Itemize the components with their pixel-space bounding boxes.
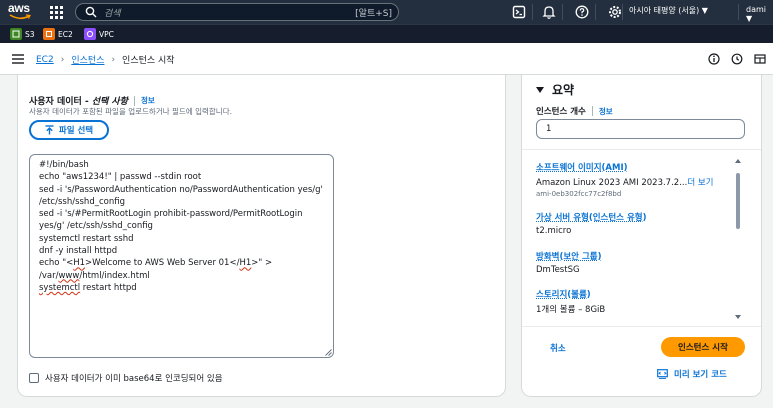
user-data-textarea[interactable]: #!/bin/bash echo "aws1234!" | passwd --s… [29, 154, 334, 358]
choose-file-button[interactable]: 파일 선택 [29, 120, 109, 140]
aws-logo-text: aws [8, 1, 30, 15]
base64-checkbox[interactable] [29, 373, 39, 383]
caret-down-icon [536, 86, 544, 93]
breadcrumb-instances[interactable]: 인스턴스 [71, 53, 104, 66]
base64-label: 사용자 데이터가 이미 base64로 인코딩되어 있음 [45, 374, 223, 384]
favorite-ec2[interactable]: EC2 [43, 28, 73, 40]
launch-instance-button[interactable]: 인스턴스 시작 [661, 337, 745, 357]
favorite-s3[interactable]: S3 [10, 28, 35, 40]
toolbar-divider [595, 4, 596, 20]
region-selector[interactable]: 아시아 태평양 (서울) ▼ [629, 5, 708, 16]
summary-scrollbar[interactable] [734, 159, 742, 319]
favorite-label: VPC [99, 29, 114, 39]
script-line: yes/g' /etc/ssh/sshd_config [39, 221, 153, 232]
breadcrumb: EC2 › 인스턴스 › 인스턴스 시작 [36, 53, 175, 67]
summary-divider [522, 326, 761, 327]
instance-count-input[interactable]: 1 [536, 119, 745, 139]
search-bar[interactable]: 검색 [알트+S] [75, 3, 399, 21]
menu-icon[interactable] [12, 54, 24, 64]
script-line: #!/bin/bash [39, 160, 89, 170]
script-line: sed -i 's/PasswordAuthentication no/Pass… [39, 184, 323, 195]
gear-icon[interactable] [607, 4, 623, 20]
search-shortcut: [알트+S] [355, 9, 392, 19]
favorite-label: EC2 [58, 29, 73, 39]
cancel-button[interactable]: 취소 [550, 342, 566, 354]
title-divider [133, 95, 135, 106]
summary-security-group-value: DmTestSG [536, 265, 580, 275]
search-placeholder: 검색 [104, 8, 121, 19]
summary-storage: 스토리지(볼륨) 1개의 볼륨 – 8GiB [536, 288, 736, 315]
summary-details: 소프트웨어 이미지(AMI) Amazon Linux 2023 AMI 202… [536, 157, 736, 322]
scroll-down-icon[interactable] [735, 315, 741, 319]
toolbar-divider [738, 4, 739, 20]
user-data-info-link[interactable]: 정보 [141, 95, 155, 106]
script-line: sed -i 's/#PermitRootLogin prohibit-pass… [39, 209, 303, 220]
preview-code-label: 미리 보기 코드 [674, 370, 727, 380]
instance-count-info-link[interactable]: 정보 [599, 106, 613, 117]
script-line: /etc/ssh/sshd_config [39, 196, 125, 207]
scroll-thumb[interactable] [736, 173, 740, 229]
favorites-bar: S3 EC2 VPC [0, 24, 773, 43]
instance-count-label: 인스턴스 개수 [536, 107, 586, 117]
summary-ami: 소프트웨어 이미지(AMI) Amazon Linux 2023 AMI 202… [536, 161, 736, 198]
summary-instance-type-key[interactable]: 가상 서버 유형(인스턴스 유형) [536, 211, 736, 223]
breadcrumb-current: 인스턴스 시작 [122, 56, 175, 66]
breadcrumb-ec2[interactable]: EC2 [36, 55, 54, 65]
show-more-link[interactable]: 더 보기 [687, 178, 713, 188]
ec2-icon [43, 28, 55, 40]
toolbar-divider [622, 4, 623, 20]
user-data-panel: 사용자 데이터 - 선택 사항 정보 사용자 데이터가 포함된 파일을 업로드하… [17, 75, 506, 397]
preview-code-button[interactable]: 미리 보기 코드 [657, 368, 727, 380]
chevron-right-icon: › [111, 54, 116, 65]
script-line: systemctl restart httpd [39, 282, 137, 293]
summary-storage-value: 1개의 볼륨 – 8GiB [536, 305, 606, 315]
summary-instance-type-value: t2.micro [536, 226, 572, 236]
user-data-description: 사용자 데이터가 포함된 파일을 업로드하거나 필드에 입력합니다. [29, 107, 232, 116]
summary-title: 요약 [552, 83, 575, 97]
code-preview-icon [657, 369, 668, 379]
help-icon[interactable] [574, 4, 590, 20]
base64-option[interactable]: 사용자 데이터가 이미 base64로 인코딩되어 있음 [29, 372, 223, 384]
upload-icon [45, 125, 54, 135]
aws-smile-icon [9, 14, 31, 20]
script-line: dnf -y install httpd [39, 246, 118, 257]
summary-header[interactable]: 요약 [536, 81, 574, 98]
chevron-right-icon: › [60, 54, 65, 65]
summary-ami-key[interactable]: 소프트웨어 이미지(AMI) [536, 161, 736, 173]
resize-handle-icon[interactable] [325, 349, 332, 356]
summary-ami-value: Amazon Linux 2023 AMI 2023.7.2...더 보기 [536, 178, 714, 188]
layout-icon[interactable] [754, 53, 766, 65]
summary-instance-type: 가상 서버 유형(인스턴스 유형) t2.micro [536, 211, 736, 236]
vpc-icon [84, 28, 96, 40]
toolbar-divider [532, 4, 533, 20]
summary-storage-key[interactable]: 스토리지(볼륨) [536, 288, 736, 300]
choose-file-label: 파일 선택 [58, 126, 94, 136]
summary-security-group-key[interactable]: 방화벽(보안 그룹) [536, 250, 736, 262]
summary-security-group: 방화벽(보안 그룹) DmTestSG [536, 250, 736, 275]
script-line: echo "<H1>Welcome to AWS Web Server 01</… [39, 258, 273, 269]
aws-logo[interactable]: aws [8, 2, 34, 22]
cloudshell-icon[interactable] [511, 4, 527, 20]
history-icon[interactable] [731, 53, 743, 65]
instance-count-header: 인스턴스 개수 정보 [536, 105, 613, 117]
favorite-label: S3 [25, 29, 35, 39]
scroll-up-icon[interactable] [735, 159, 741, 163]
top-navigation: aws 검색 [알트+S] 아시아 태평양 (서울) ▼ dami ▼ [0, 0, 773, 24]
account-menu[interactable]: dami ▼ [746, 5, 773, 23]
bell-icon[interactable] [541, 4, 557, 20]
summary-divider [522, 149, 761, 150]
favorite-vpc[interactable]: VPC [84, 28, 114, 40]
script-line: echo "aws1234!" | passwd --stdin root [39, 172, 202, 183]
services-grid-icon[interactable] [48, 4, 64, 20]
s3-icon [10, 28, 22, 40]
search-icon [85, 6, 97, 18]
breadcrumb-bar: EC2 › 인스턴스 › 인스턴스 시작 [0, 43, 773, 75]
script-line: systemctl restart sshd [39, 233, 134, 244]
toolbar-divider [562, 4, 563, 20]
script-line: /var/www/html/index.html [39, 270, 150, 281]
label-divider [591, 106, 593, 116]
info-icon[interactable] [708, 53, 720, 65]
summary-ami-id: ami-0eb302fcc77c2f8bd [536, 190, 622, 198]
summary-panel: 요약 인스턴스 개수 정보 1 소프트웨어 이미지(AMI) Amazon Li… [521, 75, 762, 397]
